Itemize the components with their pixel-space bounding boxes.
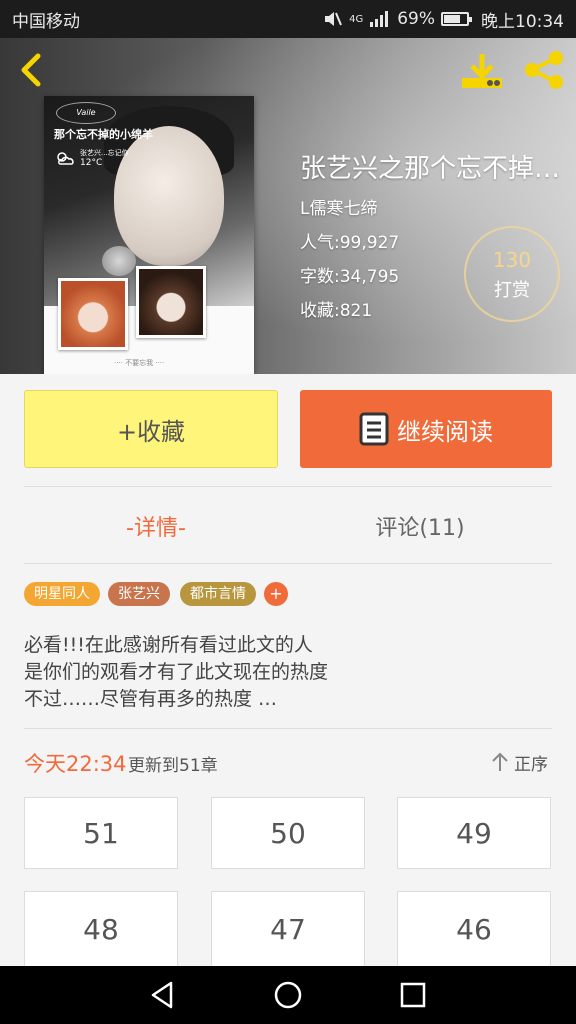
cover-title: 那个忘不掉的小绵羊 <box>54 128 153 141</box>
download-icon[interactable] <box>460 52 504 90</box>
book-favorites: 收藏:821 <box>300 301 373 321</box>
nav-home-icon[interactable] <box>272 979 304 1011</box>
tag-chip[interactable]: 明星同人 <box>24 582 100 606</box>
book-title: 张艺兴之那个忘不掉… <box>300 154 561 184</box>
chapter-button[interactable]: 51 <box>24 797 178 869</box>
weather-icon <box>57 152 74 165</box>
update-text: 更新到51章 <box>128 756 218 776</box>
cover-thumbnail <box>136 266 206 338</box>
book-icon <box>359 412 389 446</box>
back-arrow-icon[interactable] <box>14 52 50 88</box>
tab-comments[interactable]: 评论(11) <box>288 504 552 548</box>
nav-recents-icon[interactable] <box>397 979 429 1011</box>
update-time: 今天22:34 <box>24 752 127 776</box>
tag-chip[interactable]: 张艺兴 <box>108 582 170 606</box>
arrow-up-icon <box>492 752 508 771</box>
divider <box>24 563 552 564</box>
divider <box>24 486 552 487</box>
battery-percent: 69% <box>397 9 435 29</box>
tip-label: 打赏 <box>494 280 530 301</box>
carrier-name: 中国移动 <box>12 11 80 32</box>
cover-thumbnail <box>58 278 128 350</box>
tip-count: 130 <box>492 248 532 272</box>
book-header: Vaile 那个忘不掉的小绵羊 张艺兴...忘记你 12°C ···· 不要忘我… <box>0 38 576 374</box>
clock: 晚上10:34 <box>481 11 564 32</box>
read-button-label: 继续阅读 <box>397 417 493 446</box>
chapter-button[interactable]: 47 <box>211 891 365 966</box>
cover-footer: ···· 不要忘我 ···· <box>114 359 165 367</box>
book-popularity: 人气:99,927 <box>300 233 400 253</box>
description-line: 是你们的观看才有了此文现在的热度 <box>24 661 329 683</box>
signal-icon <box>370 11 389 27</box>
nav-back-icon[interactable] <box>147 979 179 1011</box>
status-icons: 4G 69% 晚上10:34 <box>323 7 564 32</box>
chapter-button[interactable]: 49 <box>397 797 551 869</box>
chapter-button[interactable]: 48 <box>24 891 178 966</box>
book-description[interactable]: 必看!!!在此感谢所有看过此文的人 是你们的观看才有了此文现在的热度 不过……尽… <box>24 632 552 713</box>
cover-logo: Vaile <box>56 102 116 124</box>
sort-order-button[interactable]: 正序 <box>490 748 554 776</box>
book-cover[interactable]: Vaile 那个忘不掉的小绵羊 张艺兴...忘记你 12°C ···· 不要忘我… <box>44 96 254 374</box>
divider <box>24 728 552 729</box>
sort-label: 正序 <box>514 754 548 775</box>
mute-icon <box>325 12 343 26</box>
battery-icon <box>441 12 472 26</box>
favorite-button-label: +收藏 <box>116 417 186 446</box>
cover-weather-text: 张艺兴...忘记你 12°C <box>80 149 129 168</box>
description-line: 必看!!!在此感谢所有看过此文的人 <box>24 634 313 656</box>
add-to-favorites-button[interactable]: +收藏 <box>24 390 278 468</box>
share-icon[interactable] <box>522 50 566 90</box>
description-line: 不过……尽管有再多的热度 … <box>24 688 278 710</box>
book-word-count: 字数:34,795 <box>300 267 400 287</box>
chapter-button[interactable]: 50 <box>211 797 365 869</box>
network-type-icon: 4G <box>349 13 364 25</box>
chapter-button[interactable]: 46 <box>397 891 551 966</box>
tip-button[interactable]: 130 打赏 <box>464 226 560 322</box>
status-bar: 中国移动 4G 69% 晚上10:34 <box>0 0 576 38</box>
continue-reading-button[interactable]: 继续阅读 <box>300 390 552 468</box>
tab-details[interactable]: -详情- <box>24 504 288 548</box>
tag-chip[interactable]: 都市言情 <box>180 582 256 606</box>
system-nav-bar <box>0 966 576 1024</box>
book-author[interactable]: L儒寒七缔 <box>300 194 377 219</box>
add-tag-button[interactable]: + <box>264 582 288 606</box>
